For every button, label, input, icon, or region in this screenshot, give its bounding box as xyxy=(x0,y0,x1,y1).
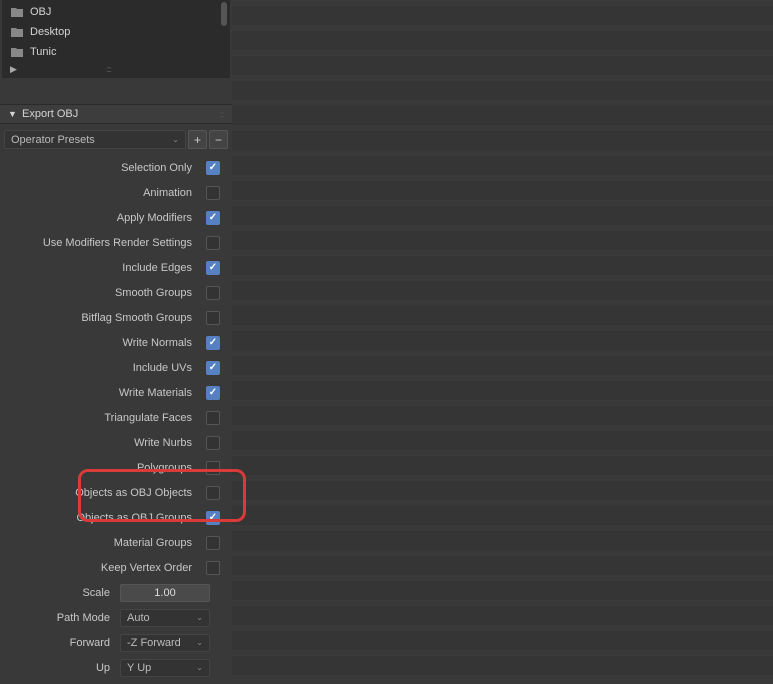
option-label: Objects as OBJ Objects xyxy=(4,487,202,499)
bookmark-item-obj[interactable]: OBJ xyxy=(2,2,230,22)
option-label: Smooth Groups xyxy=(4,287,202,299)
scale-field[interactable]: 1.00 xyxy=(120,584,210,602)
disclosure-icon: ▼ xyxy=(8,109,18,119)
forward-label: Forward xyxy=(4,637,116,649)
option-checkbox[interactable] xyxy=(206,361,220,375)
option-label: Triangulate Faces xyxy=(4,412,202,424)
forward-row: Forward -Z Forward ⌄ xyxy=(4,630,228,655)
option-checkbox[interactable] xyxy=(206,461,220,475)
bookmark-label: OBJ xyxy=(30,6,51,18)
option-row: Smooth Groups xyxy=(4,280,228,305)
option-row: Polygroups xyxy=(4,455,228,480)
sidebar: OBJ Desktop Tunic ▶ :::: ▼ Export OBJ ::… xyxy=(0,0,232,661)
option-checkbox[interactable] xyxy=(206,561,220,575)
option-checkbox[interactable] xyxy=(206,186,220,200)
option-label: Write Normals xyxy=(4,337,202,349)
folder-icon xyxy=(10,26,24,38)
option-checkbox[interactable] xyxy=(206,311,220,325)
option-checkbox[interactable] xyxy=(206,286,220,300)
option-checkbox[interactable] xyxy=(206,386,220,400)
bookmark-label: Desktop xyxy=(30,26,70,38)
forward-value: -Z Forward xyxy=(127,637,181,649)
option-label: Write Materials xyxy=(4,387,202,399)
option-row: Animation xyxy=(4,180,228,205)
option-checkbox[interactable] xyxy=(206,236,220,250)
file-list-area xyxy=(232,0,773,661)
bookmark-item-desktop[interactable]: Desktop xyxy=(2,22,230,42)
export-panel: ▼ Export OBJ :::: Operator Presets ⌄ + −… xyxy=(0,104,232,684)
option-label: Bitflag Smooth Groups xyxy=(4,312,202,324)
panel-header[interactable]: ▼ Export OBJ :::: xyxy=(0,104,232,124)
option-label: Include UVs xyxy=(4,362,202,374)
option-checkbox[interactable] xyxy=(206,261,220,275)
option-checkbox[interactable] xyxy=(206,211,220,225)
path-mode-label: Path Mode xyxy=(4,612,116,624)
up-value: Y Up xyxy=(127,662,151,674)
remove-preset-button[interactable]: − xyxy=(209,130,228,149)
add-preset-button[interactable]: + xyxy=(188,130,207,149)
option-row: Keep Vertex Order xyxy=(4,555,228,580)
option-row: Include UVs xyxy=(4,355,228,380)
option-checkbox[interactable] xyxy=(206,161,220,175)
option-row: Triangulate Faces xyxy=(4,405,228,430)
option-label: Use Modifiers Render Settings xyxy=(4,237,202,249)
option-label: Include Edges xyxy=(4,262,202,274)
preset-label: Operator Presets xyxy=(11,134,95,146)
operator-presets-select[interactable]: Operator Presets ⌄ xyxy=(4,130,186,149)
option-checkbox[interactable] xyxy=(206,511,220,525)
chevron-down-icon: ⌄ xyxy=(196,638,203,647)
chevron-down-icon: ⌄ xyxy=(172,135,179,144)
option-label: Write Nurbs xyxy=(4,437,202,449)
up-row: Up Y Up ⌄ xyxy=(4,655,228,680)
option-label: Material Groups xyxy=(4,537,202,549)
scale-label: Scale xyxy=(4,587,116,599)
option-row: Write Materials xyxy=(4,380,228,405)
option-row: Write Normals xyxy=(4,330,228,355)
preset-row: Operator Presets ⌄ + − xyxy=(4,130,228,149)
panel-body: Operator Presets ⌄ + − Selection Only Ani… xyxy=(0,124,232,684)
path-mode-row: Path Mode Auto ⌄ xyxy=(4,605,228,630)
bookmarks-panel: OBJ Desktop Tunic ▶ :::: xyxy=(2,0,230,78)
option-label: Keep Vertex Order xyxy=(4,562,202,574)
folder-icon xyxy=(10,6,24,18)
up-label: Up xyxy=(4,662,116,674)
option-row: Include Edges xyxy=(4,255,228,280)
option-row: Material Groups xyxy=(4,530,228,555)
scale-row: Scale 1.00 xyxy=(4,580,228,605)
option-row: Bitflag Smooth Groups xyxy=(4,305,228,330)
up-select[interactable]: Y Up ⌄ xyxy=(120,659,210,677)
bookmark-label: Tunic xyxy=(30,46,57,58)
bookmark-item-tunic[interactable]: Tunic xyxy=(2,42,230,62)
option-label: Selection Only xyxy=(4,162,202,174)
option-checkbox[interactable] xyxy=(206,411,220,425)
option-label: Animation xyxy=(4,187,202,199)
option-checkbox[interactable] xyxy=(206,536,220,550)
option-label: Objects as OBJ Groups xyxy=(4,512,202,524)
grip-icon[interactable]: :::: xyxy=(106,65,111,74)
option-label: Polygroups xyxy=(4,462,202,474)
option-label: Apply Modifiers xyxy=(4,212,202,224)
option-row: Use Modifiers Render Settings xyxy=(4,230,228,255)
bookmarks-footer: ▶ :::: xyxy=(2,62,230,76)
chevron-down-icon: ⌄ xyxy=(196,663,203,672)
option-row: Selection Only xyxy=(4,155,228,180)
forward-select[interactable]: -Z Forward ⌄ xyxy=(120,634,210,652)
option-row: Objects as OBJ Groups xyxy=(4,505,228,530)
option-row: Apply Modifiers xyxy=(4,205,228,230)
option-checkbox[interactable] xyxy=(206,336,220,350)
expand-arrow-icon[interactable]: ▶ xyxy=(10,64,20,75)
option-row: Objects as OBJ Objects xyxy=(4,480,228,505)
option-checkbox[interactable] xyxy=(206,486,220,500)
chevron-down-icon: ⌄ xyxy=(196,613,203,622)
panel-title: Export OBJ xyxy=(22,108,78,120)
path-mode-value: Auto xyxy=(127,612,150,624)
option-row: Write Nurbs xyxy=(4,430,228,455)
path-mode-select[interactable]: Auto ⌄ xyxy=(120,609,210,627)
folder-icon xyxy=(10,46,24,58)
grip-icon[interactable]: :::: xyxy=(219,110,224,119)
bookmarks-scrollbar[interactable] xyxy=(221,2,227,26)
option-checkbox[interactable] xyxy=(206,436,220,450)
